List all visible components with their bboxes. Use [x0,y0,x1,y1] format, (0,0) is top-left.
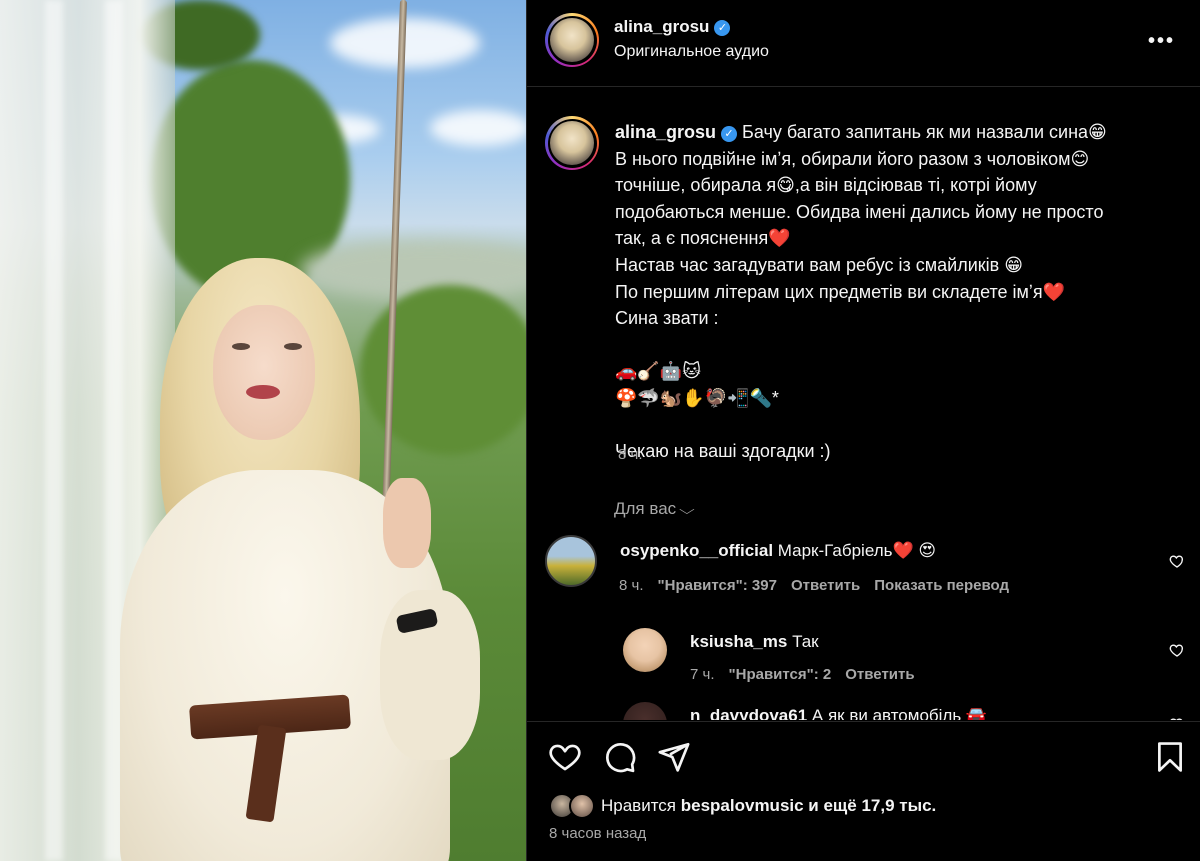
comment-sort-dropdown[interactable]: Для вас ⌵ [614,499,695,519]
caption-timestamp[interactable]: 8 ч. [618,446,643,463]
comment-like-heart-icon[interactable] [1169,553,1185,569]
commenter-avatar[interactable] [623,628,667,672]
comment-time[interactable]: 8 ч. [619,577,644,594]
comment-like-heart-icon[interactable] [1169,716,1185,720]
share-icon[interactable] [657,740,691,774]
comment-text: ksiusha_ms Так [690,632,819,652]
reply-button[interactable]: Ответить [845,666,914,683]
person-eye [232,343,250,350]
comments-scroll-area[interactable]: alina_grosu ✓ Бачу багато запитань як ми … [527,88,1200,720]
comment-like-heart-icon[interactable] [1169,642,1185,658]
liker-avatar [569,793,595,819]
comment-body: Марк-Габріель❤️ 😍 [773,541,937,560]
avatar[interactable] [545,13,599,67]
person-face [213,305,315,440]
commenter-username[interactable]: n_davydova61 [690,706,807,720]
commenter-avatar[interactable] [623,702,667,720]
comment-likes[interactable]: "Нравится": 2 [729,666,832,683]
person-hand [383,478,431,568]
caption-username[interactable]: alina_grosu [615,122,716,142]
more-options-icon[interactable]: ••• [1148,30,1175,53]
author-username[interactable]: alina_grosu ✓ [614,17,731,37]
person-eye [284,343,302,350]
liker-username[interactable]: bespalovmusic [681,796,804,815]
likes-summary[interactable]: Нравится bespalovmusic и ещё 17,9 тыс. [549,793,936,823]
reel-video[interactable] [0,0,526,861]
comment-meta: 7 ч. "Нравится": 2 Ответить [690,666,929,683]
comment-sort-label: Для вас [614,499,677,518]
comment-time[interactable]: 7 ч. [690,666,715,683]
likes-prefix: Нравится [601,796,681,815]
liker-avatars [549,793,599,819]
cloud-shape [430,110,526,146]
post-panel: alina_grosu ✓ Оригинальное аудио ••• alin… [526,0,1200,861]
likes-text: Нравится bespalovmusic и ещё 17,9 тыс. [601,796,936,816]
comment-icon[interactable] [603,740,637,774]
comment-text: osypenko__official Марк-Габріель❤️ 😍 [620,541,936,561]
curtain-fold [45,0,63,861]
post-header: alina_grosu ✓ Оригинальное аудио ••• [527,0,1200,87]
verified-badge-icon: ✓ [721,126,738,142]
comment-body: Так [787,632,819,651]
likes-count[interactable]: и ещё 17,9 тыс. [804,796,936,815]
action-bar: Нравится bespalovmusic и ещё 17,9 тыс. 8… [527,721,1200,861]
bookmark-icon[interactable] [1153,740,1187,774]
commenter-username[interactable]: ksiusha_ms [690,632,787,651]
caption-text: alina_grosu ✓ Бачу багато запитань як ми … [615,119,1175,465]
comment-body: А як ви автомобіль 🚘 [807,706,988,720]
person-lips [246,385,280,399]
caption-body: Бачу багато запитань як ми назвали сина😁… [615,122,1107,462]
comment-text: n_davydova61 А як ви автомобіль 🚘 [690,706,987,720]
comment-meta: 8 ч. "Нравится": 397 Ответить Показать пере… [619,577,1023,594]
commenter-username[interactable]: osypenko__official [620,541,773,560]
post-timestamp[interactable]: 8 часов назад [549,825,646,842]
translate-button[interactable]: Показать перевод [874,577,1009,594]
reply-button[interactable]: Ответить [791,577,860,594]
distant-hills [300,240,526,300]
audio-link[interactable]: Оригинальное аудио [614,43,769,61]
comment-likes[interactable]: "Нравится": 397 [658,577,777,594]
author-username-text[interactable]: alina_grosu [614,17,709,36]
verified-badge-icon: ✓ [714,20,731,36]
chevron-down-icon: ⌵ [679,502,695,517]
commenter-avatar[interactable] [545,535,597,587]
caption-avatar[interactable] [545,116,599,170]
like-heart-icon[interactable] [548,740,582,774]
